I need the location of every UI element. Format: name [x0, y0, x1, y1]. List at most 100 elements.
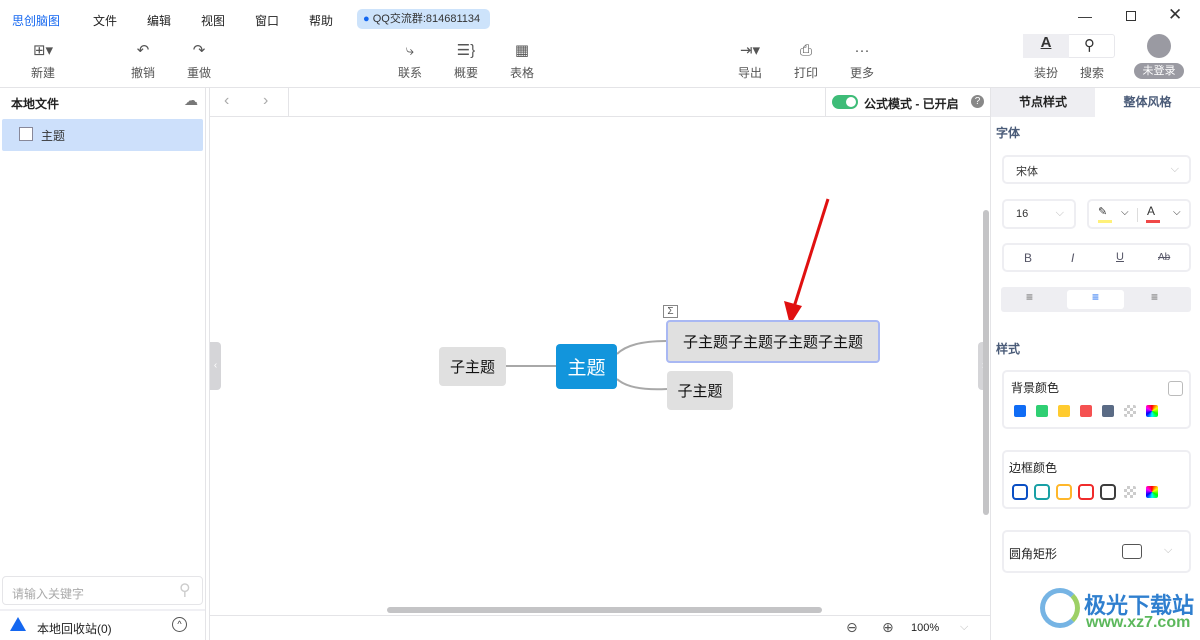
horizontal-scrollbar[interactable]: [387, 607, 822, 613]
align-right-button[interactable]: ≡: [1151, 290, 1158, 304]
menu-help[interactable]: 帮助: [309, 12, 333, 29]
bg-color-blue[interactable]: [1014, 405, 1026, 417]
tab-overall-style[interactable]: 整体风格: [1095, 88, 1200, 117]
font-section-label: 字体: [996, 126, 1021, 140]
summary-icon: ☰}: [456, 42, 476, 59]
zoom-in-icon[interactable]: ⊕: [882, 619, 894, 636]
subtopic-node[interactable]: 子主题: [667, 371, 733, 410]
more-button[interactable]: ··· 更多: [837, 40, 887, 81]
cloud-icon[interactable]: ☁: [184, 92, 198, 109]
zoom-dropdown[interactable]: ⌵: [960, 621, 968, 634]
text-format-group: B I U Ab: [1002, 243, 1191, 272]
strikethrough-button[interactable]: Ab: [1158, 252, 1170, 263]
search-placeholder: 请输入关键字: [12, 587, 85, 601]
recycle-bin-icon: [10, 617, 26, 631]
bg-color-red[interactable]: [1080, 405, 1092, 417]
search-button[interactable]: ⚲: [1084, 36, 1095, 54]
zoom-out-icon[interactable]: ⊖: [846, 619, 858, 636]
undo-icon: ↶: [136, 42, 150, 59]
print-icon: ⎙: [799, 42, 812, 59]
file-search-input[interactable]: 请输入关键字 ⚲: [2, 576, 203, 605]
back-button[interactable]: ‹: [224, 92, 229, 110]
align-center-button[interactable]: ≡: [1067, 290, 1124, 309]
app-name[interactable]: 思创脑图: [12, 12, 60, 29]
italic-button[interactable]: I: [1071, 251, 1074, 265]
custom-color-icon[interactable]: [1146, 486, 1158, 498]
bg-color-yellow[interactable]: [1058, 405, 1070, 417]
avatar[interactable]: [1147, 34, 1171, 58]
more-icon: ···: [854, 42, 870, 59]
subtopic-left-node[interactable]: 子主题: [439, 347, 506, 386]
color-pickers: ✎ ⌵ A ⌵: [1087, 199, 1191, 229]
menu-edit[interactable]: 编辑: [147, 12, 171, 29]
formula-mode-toggle[interactable]: [832, 95, 858, 109]
export-icon: ⇥▾: [739, 42, 761, 59]
menu-file[interactable]: 文件: [93, 12, 117, 29]
font-size-select[interactable]: 16 ⌵: [1002, 199, 1076, 229]
style-icon: A: [1040, 34, 1052, 51]
underline-button[interactable]: U: [1116, 251, 1124, 263]
print-button[interactable]: ⎙ 打印: [781, 40, 831, 81]
close-button[interactable]: ✕: [1168, 5, 1182, 25]
border-color-card: 边框颜色: [1002, 450, 1191, 509]
style-button[interactable]: A: [1023, 34, 1069, 58]
search-icon[interactable]: ⚲: [179, 580, 191, 600]
align-left-button[interactable]: ≡: [1026, 290, 1033, 304]
search-label: 搜索: [1080, 66, 1105, 80]
border-color-dark[interactable]: [1100, 484, 1116, 500]
watermark-logo: [1040, 588, 1080, 628]
border-color-red[interactable]: [1078, 484, 1094, 500]
style-section-label: 样式: [996, 342, 1021, 356]
root-topic-node[interactable]: 主题: [556, 344, 617, 389]
shape-select[interactable]: 圆角矩形 ⌵: [1002, 530, 1191, 573]
table-icon: ▦: [514, 42, 530, 59]
red-arrow-annotation: [784, 198, 830, 325]
menu-window[interactable]: 窗口: [255, 12, 279, 29]
new-file-icon: ⊞▾: [32, 42, 54, 59]
border-color-blue[interactable]: [1012, 484, 1028, 500]
formula-mode-label: 公式模式 - 已开启: [864, 97, 959, 111]
maximize-button[interactable]: [1126, 11, 1136, 21]
qq-group-badge[interactable]: ● QQ交流群:814681134: [357, 9, 490, 29]
mindmap-file-icon: [19, 127, 33, 141]
new-button[interactable]: ⊞▾ 新建: [18, 40, 68, 81]
border-color-yellow[interactable]: [1056, 484, 1072, 500]
menu-view[interactable]: 视图: [201, 12, 225, 29]
custom-color-icon[interactable]: [1146, 405, 1158, 417]
border-color-teal[interactable]: [1034, 484, 1050, 500]
search-icon: ⚲: [1084, 37, 1095, 54]
recycle-bin[interactable]: 本地回收站(0): [37, 620, 112, 637]
bg-color-green[interactable]: [1036, 405, 1048, 417]
file-item[interactable]: 主题: [2, 119, 203, 151]
summary-button[interactable]: ☰} 概要: [441, 40, 491, 81]
tab-node-style[interactable]: 节点样式: [991, 88, 1095, 117]
transparent-swatch-icon[interactable]: [1124, 405, 1136, 417]
background-color-card: 背景颜色: [1002, 370, 1191, 429]
subtopic-selected-node[interactable]: 子主题子主题子主题子主题: [666, 320, 880, 363]
font-family-select[interactable]: 宋体 ⌵: [1002, 155, 1191, 184]
undo-button[interactable]: ↶ 撤销: [118, 40, 168, 81]
relation-button[interactable]: ⤷ 联系: [385, 40, 435, 81]
collapse-icon[interactable]: ^: [172, 617, 187, 632]
zoom-level: 100%: [911, 622, 940, 634]
bold-button[interactable]: B: [1024, 251, 1032, 265]
watermark-url: www.xz7.com: [1086, 614, 1191, 631]
bg-color-slate[interactable]: [1102, 405, 1114, 417]
forward-button[interactable]: ›: [263, 92, 268, 110]
formula-sigma-icon[interactable]: Σ: [663, 305, 678, 318]
help-icon[interactable]: ?: [971, 95, 984, 108]
no-fill-checkbox[interactable]: [1168, 381, 1183, 396]
left-panel-toggle[interactable]: ‹: [210, 342, 221, 390]
rounded-rect-icon: [1122, 544, 1142, 559]
minimize-button[interactable]: —: [1078, 8, 1092, 24]
redo-button[interactable]: ↷ 重做: [174, 40, 224, 81]
redo-icon: ↷: [192, 42, 206, 59]
transparent-swatch-icon[interactable]: [1124, 486, 1136, 498]
highlight-color-button[interactable]: ✎: [1098, 205, 1112, 223]
export-button[interactable]: ⇥▾ 导出: [725, 40, 775, 81]
table-button[interactable]: ▦ 表格: [497, 40, 547, 81]
text-color-button[interactable]: A: [1146, 204, 1160, 223]
login-badge[interactable]: 未登录: [1134, 63, 1184, 79]
style-label: 装扮: [1034, 66, 1059, 80]
vertical-scrollbar[interactable]: [983, 210, 989, 515]
